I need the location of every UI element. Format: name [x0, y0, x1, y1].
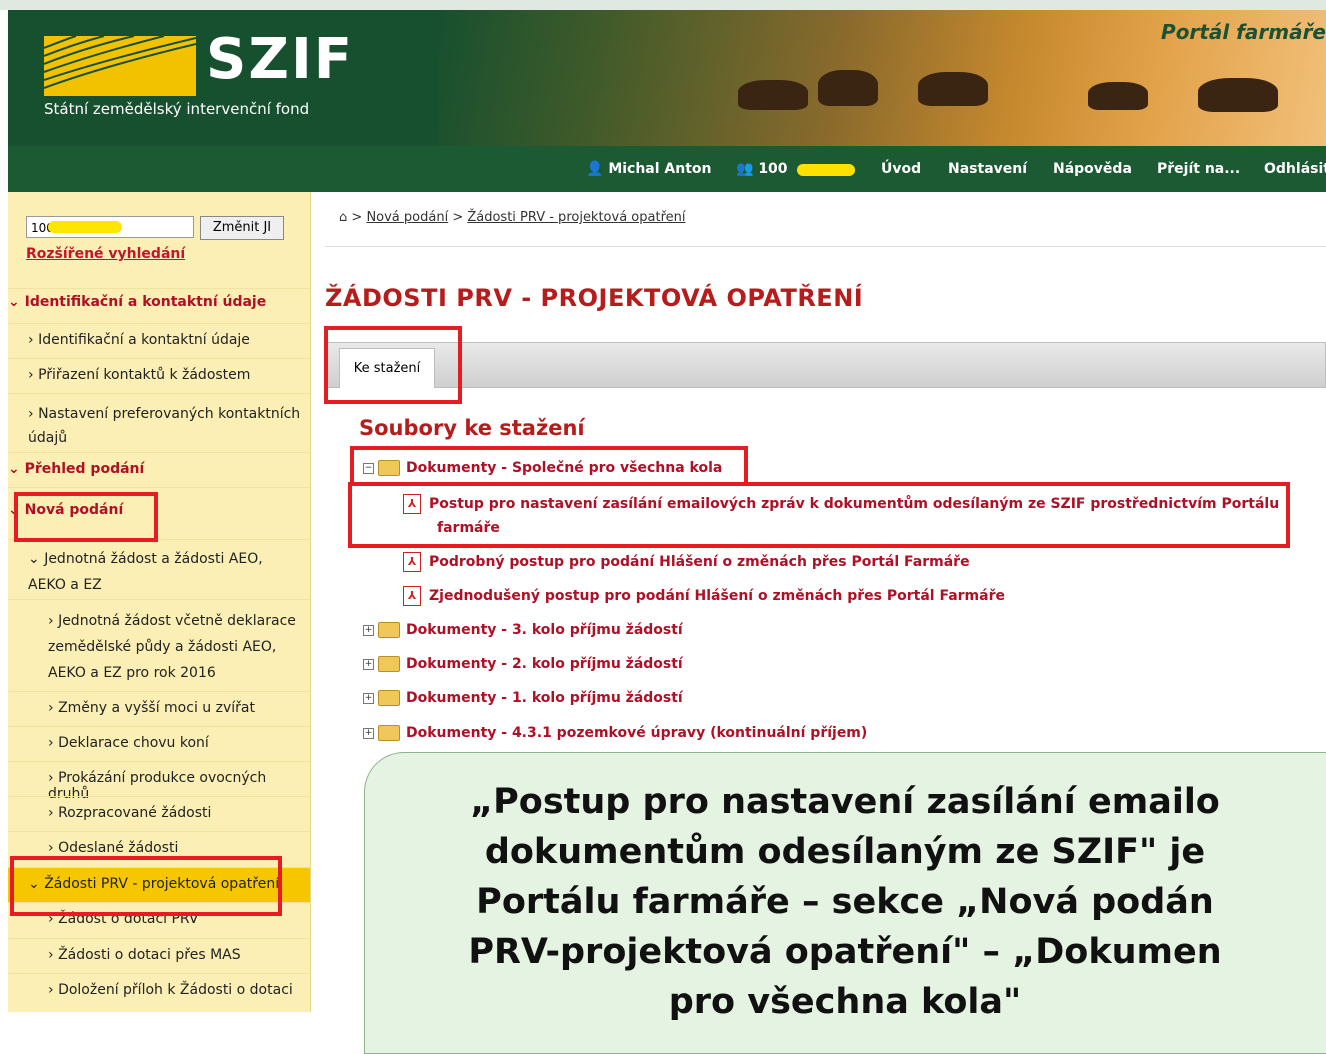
client-id[interactable]: 👥 100	[736, 161, 788, 177]
tree-folder-spolecne[interactable]: − Dokumenty - Společné pro všechna kola	[363, 460, 722, 476]
home-icon[interactable]: ⌂	[339, 210, 347, 225]
sidebar-item-preferovane-kontakty[interactable]: › Nastavení preferovaných kontaktních úd…	[8, 393, 310, 452]
sidebar-item-odeslane[interactable]: › Odeslané žádosti	[8, 831, 310, 867]
sidebar-item-zadosti-mas[interactable]: › Žádosti o dotaci přes MAS	[8, 938, 310, 973]
chevron-right-icon: ›	[28, 406, 34, 422]
chevron-right-icon: ›	[28, 332, 34, 348]
folder-icon	[378, 622, 400, 638]
pdf-icon: ⅄	[403, 494, 421, 514]
chevron-right-icon: ›	[48, 982, 54, 998]
chevron-down-icon: ⌄	[28, 876, 40, 892]
sidebar-item-jednotna-zadost-2016[interactable]: › Jednotná žádost včetně deklarace zeměd…	[8, 599, 310, 691]
tree-file-postup-email[interactable]: ⅄ Postup pro nastavení zasílání emailovýc…	[403, 494, 1279, 514]
chevron-right-icon: ›	[48, 700, 54, 716]
folder-icon	[378, 725, 400, 741]
chevron-down-icon: ⌄	[8, 461, 20, 477]
sidebar-item-dolozeni-priloh[interactable]: › Doložení příloh k Žádosti o dotaci	[8, 973, 310, 1012]
chevron-down-icon: ⌄	[28, 551, 40, 567]
chevron-down-icon: ⌄	[8, 502, 20, 518]
sidebar: 100 Změnit JI Rozšířené vyhledání ⌄ Iden…	[8, 192, 311, 1012]
site-header: SZIF Státní zemědělský intervenční fond …	[8, 10, 1326, 146]
folder-icon	[378, 656, 400, 672]
nav-prejit-na[interactable]: Přejít na...	[1157, 161, 1240, 177]
sidebar-item-jednotna-zadost[interactable]: ⌄ Jednotná žádost a žádosti AEO, AEKO a …	[8, 539, 310, 599]
sidebar-item-zmeny-zvirat[interactable]: › Změny a vyšší moci u zvířat	[8, 691, 310, 726]
change-ji-button[interactable]: Změnit JI	[200, 216, 284, 240]
nav-odhlasit[interactable]: Odhlásit	[1264, 161, 1326, 177]
chevron-right-icon: ›	[48, 805, 54, 821]
folder-icon	[378, 690, 400, 706]
sidebar-item-prirazeni-kontaktu[interactable]: › Přiřazení kontaktů k žádostem	[8, 358, 310, 393]
users-icon: 👥	[736, 161, 754, 177]
sidebar-item-zadosti-prv[interactable]: ⌄ Žádosti PRV - projektová opatření	[8, 867, 310, 902]
tab-ke-stazeni[interactable]: Ke stažení	[339, 348, 435, 388]
tree-file-podrobny-postup[interactable]: ⅄ Podrobný postup pro podání Hlášení o zm…	[403, 552, 970, 572]
expand-icon[interactable]: +	[363, 692, 374, 704]
nav-uvod[interactable]: Úvod	[881, 161, 921, 177]
sidebar-item-rozpracovane[interactable]: › Rozpracované žádosti	[8, 796, 310, 831]
callout-text: „Postup pro nastavení zasílání emailo do…	[468, 782, 1222, 1022]
tab-bar	[325, 342, 1326, 388]
section-title: Soubory ke stažení	[359, 416, 585, 440]
sidebar-section-identifikacni[interactable]: ⌄ Identifikační a kontaktní údaje	[8, 288, 310, 323]
tree-folder-2-kolo[interactable]: + Dokumenty - 2. kolo příjmu žádostí	[363, 656, 683, 672]
nav-nastaveni[interactable]: Nastavení	[948, 161, 1027, 177]
logo-text: SZIF	[206, 27, 355, 92]
folder-icon	[378, 460, 400, 476]
breadcrumb-zadosti-prv[interactable]: Žádosti PRV - projektová opatření	[467, 210, 685, 225]
pdf-icon: ⅄	[403, 552, 421, 572]
page-title: ŽÁDOSTI PRV - PROJEKTOVÁ OPATŘENÍ	[325, 284, 864, 312]
top-navbar: 👤 Michal Anton 👥 100 Úvod Nastavení Nápo…	[8, 146, 1326, 192]
chevron-right-icon: ›	[48, 911, 54, 927]
tree-file-postup-email-cont[interactable]: farmáře	[437, 520, 500, 536]
advanced-search-link[interactable]: Rozšířené vyhledání	[26, 246, 185, 262]
expand-icon[interactable]: +	[363, 624, 374, 636]
chevron-right-icon: ›	[48, 735, 54, 751]
portal-title: Portál farmáře	[1161, 20, 1326, 44]
user-menu[interactable]: 👤 Michal Anton	[586, 161, 712, 177]
breadcrumb: ⌂ > Nová podání > Žádosti PRV - projekto…	[339, 210, 686, 225]
chevron-right-icon: ›	[48, 770, 54, 786]
sidebar-section-prehled-podani[interactable]: ⌄ Přehled podání	[8, 452, 310, 487]
chevron-right-icon: ›	[28, 367, 34, 383]
tree-folder-pozemkove-upravy[interactable]: + Dokumenty - 4.3.1 pozemkové úpravy (kon…	[363, 725, 867, 741]
tree-folder-1-kolo[interactable]: + Dokumenty - 1. kolo příjmu žádostí	[363, 690, 683, 706]
chevron-right-icon: ›	[48, 947, 54, 963]
sidebar-item-identifikacni[interactable]: › Identifikační a kontaktní údaje	[8, 323, 310, 358]
chevron-right-icon: ›	[48, 613, 54, 629]
tree-file-zjednoduseny-postup[interactable]: ⅄ Zjednodušený postup pro podání Hlášení …	[403, 586, 1005, 606]
expand-icon[interactable]: +	[363, 658, 374, 670]
sidebar-section-nova-podani[interactable]: ⌄ Nová podání	[8, 487, 310, 539]
top-strip	[0, 0, 1326, 10]
sidebar-item-ovocne-druhy[interactable]: › Prokázání produkce ovocných druhů	[8, 761, 310, 802]
chevron-right-icon: ›	[48, 840, 54, 856]
sidebar-item-zadost-prv[interactable]: › Žádost o dotaci PRV	[8, 902, 310, 938]
expand-icon[interactable]: +	[363, 727, 374, 739]
pdf-icon: ⅄	[403, 586, 421, 606]
user-icon: 👤	[586, 161, 604, 177]
collapse-icon[interactable]: −	[363, 462, 374, 474]
annotation-callout: „Postup pro nastavení zasílání emailo do…	[364, 752, 1326, 1054]
szif-logo-icon	[44, 36, 196, 96]
tree-folder-3-kolo[interactable]: + Dokumenty - 3. kolo příjmu žádostí	[363, 622, 683, 638]
breadcrumb-nova-podani[interactable]: Nová podání	[366, 210, 448, 225]
nav-napoveda[interactable]: Nápověda	[1053, 161, 1132, 177]
chevron-down-icon: ⌄	[8, 294, 20, 310]
redaction-mark	[797, 164, 855, 176]
sidebar-item-deklarace-koni[interactable]: › Deklarace chovu koní	[8, 726, 310, 761]
redaction-mark	[48, 221, 122, 233]
logo-subtitle: Státní zemědělský intervenční fond	[44, 100, 310, 118]
